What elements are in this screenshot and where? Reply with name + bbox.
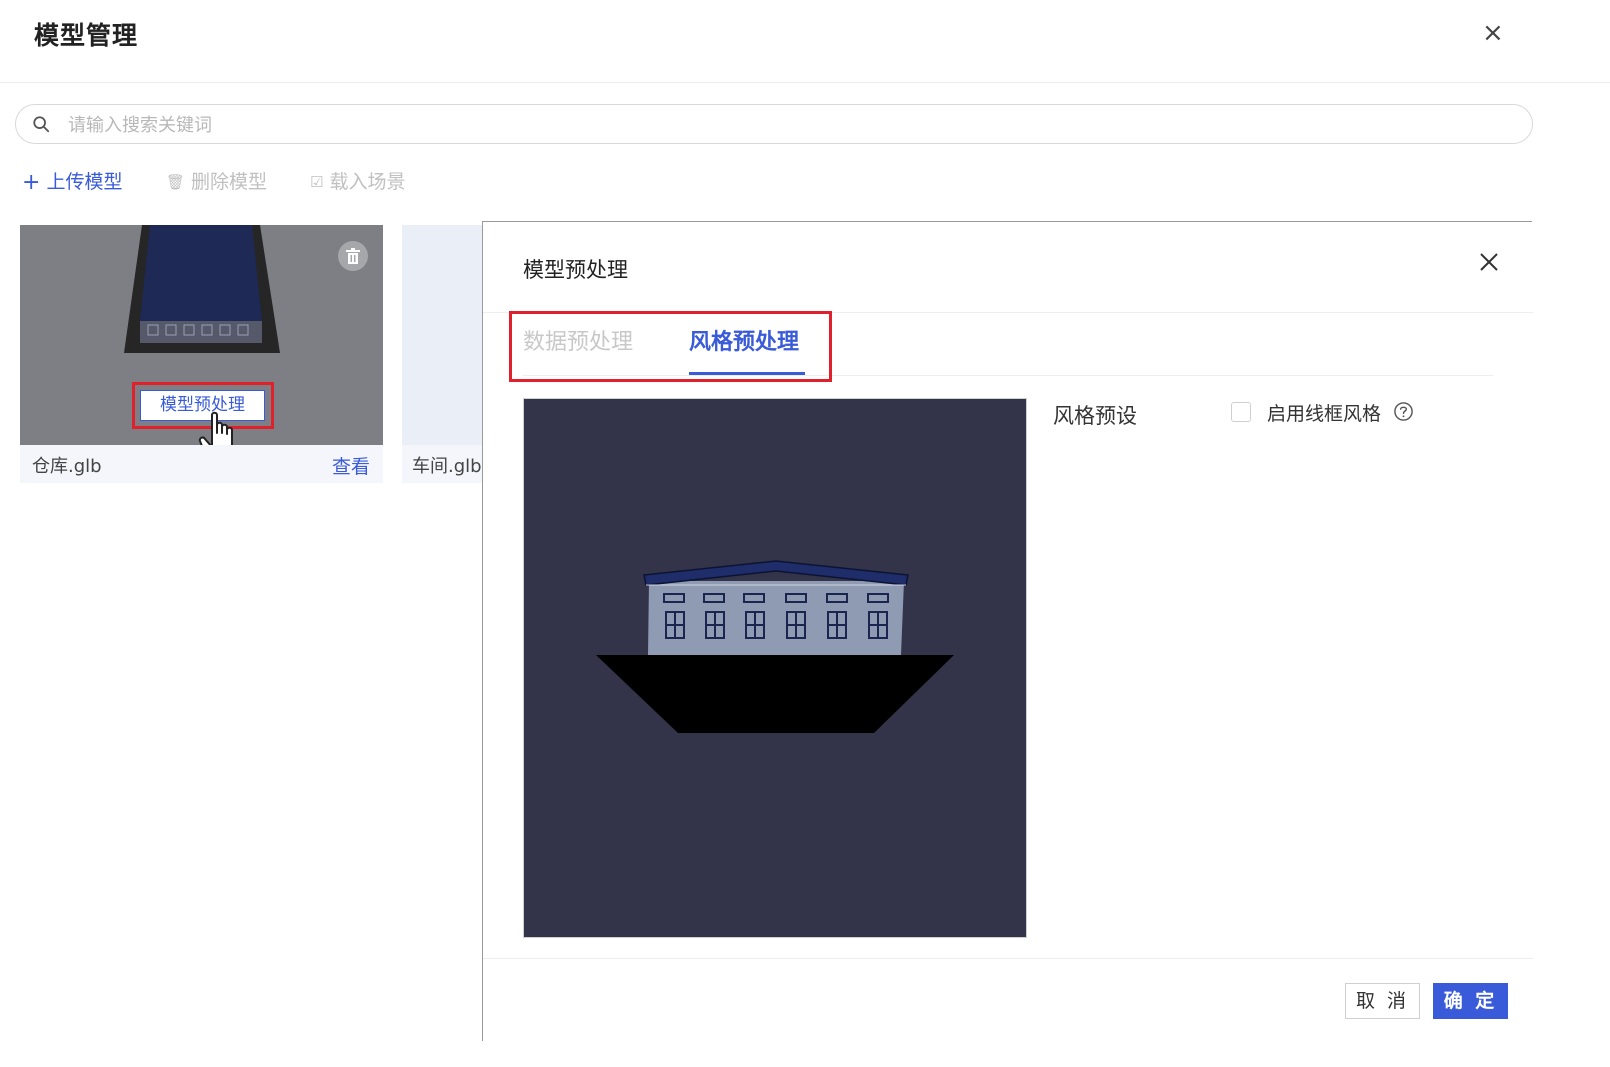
upload-model-label: 上传模型 <box>46 171 123 193</box>
building-preview-image <box>596 560 954 733</box>
load-scene-button[interactable]: ☑ 载入场景 <box>310 168 405 196</box>
wireframe-label[interactable]: 启用线框风格 <box>1267 399 1381 426</box>
load-scene-icon: ☑ <box>310 173 324 191</box>
main-close-button[interactable]: × <box>1482 18 1504 48</box>
model-preview-canvas[interactable] <box>523 398 1027 938</box>
card-delete-button[interactable] <box>338 241 368 271</box>
search-input[interactable] <box>66 111 1510 139</box>
delete-model-label: 删除模型 <box>191 171 268 193</box>
close-icon[interactable] <box>1477 250 1501 274</box>
search-icon <box>33 116 50 133</box>
modal-title: 模型预处理 <box>523 258 628 282</box>
modal-footer-divider <box>483 958 1533 959</box>
main-dialog-title: 模型管理 <box>34 21 139 50</box>
cancel-button[interactable]: 取 消 <box>1345 983 1420 1019</box>
confirm-button[interactable]: 确 定 <box>1433 983 1508 1019</box>
load-scene-label: 载入场景 <box>329 171 406 193</box>
model-card[interactable]: 模型预处理 仓库.glb 查看 <box>20 225 383 483</box>
card-filename: 车间.glb <box>412 456 482 477</box>
card-view-link[interactable]: 查看 <box>332 452 370 479</box>
hand-cursor-icon <box>198 411 233 445</box>
plus-icon: + <box>22 170 41 195</box>
tabs-highlight <box>509 311 832 382</box>
trash-icon: 🗑 <box>166 173 186 191</box>
delete-model-button[interactable]: 🗑 删除模型 <box>166 168 267 196</box>
trash-icon <box>346 248 360 264</box>
style-preset-label: 风格预设 <box>1053 404 1137 428</box>
model-thumbnail[interactable] <box>402 225 492 445</box>
help-icon[interactable] <box>1393 401 1414 422</box>
card-filename: 仓库.glb <box>32 456 102 477</box>
header-divider <box>0 82 1610 83</box>
preprocess-modal: 模型预处理 数据预处理 风格预处理 风格预设 启用线框风格 取 消 确 定 <box>482 221 1533 1041</box>
search-box[interactable] <box>15 104 1533 144</box>
model-thumbnail[interactable]: 模型预处理 <box>20 225 383 445</box>
upload-model-button[interactable]: + 上传模型 <box>22 168 122 197</box>
model-card[interactable]: 车间.glb <box>402 225 492 483</box>
wireframe-checkbox[interactable] <box>1231 402 1251 422</box>
